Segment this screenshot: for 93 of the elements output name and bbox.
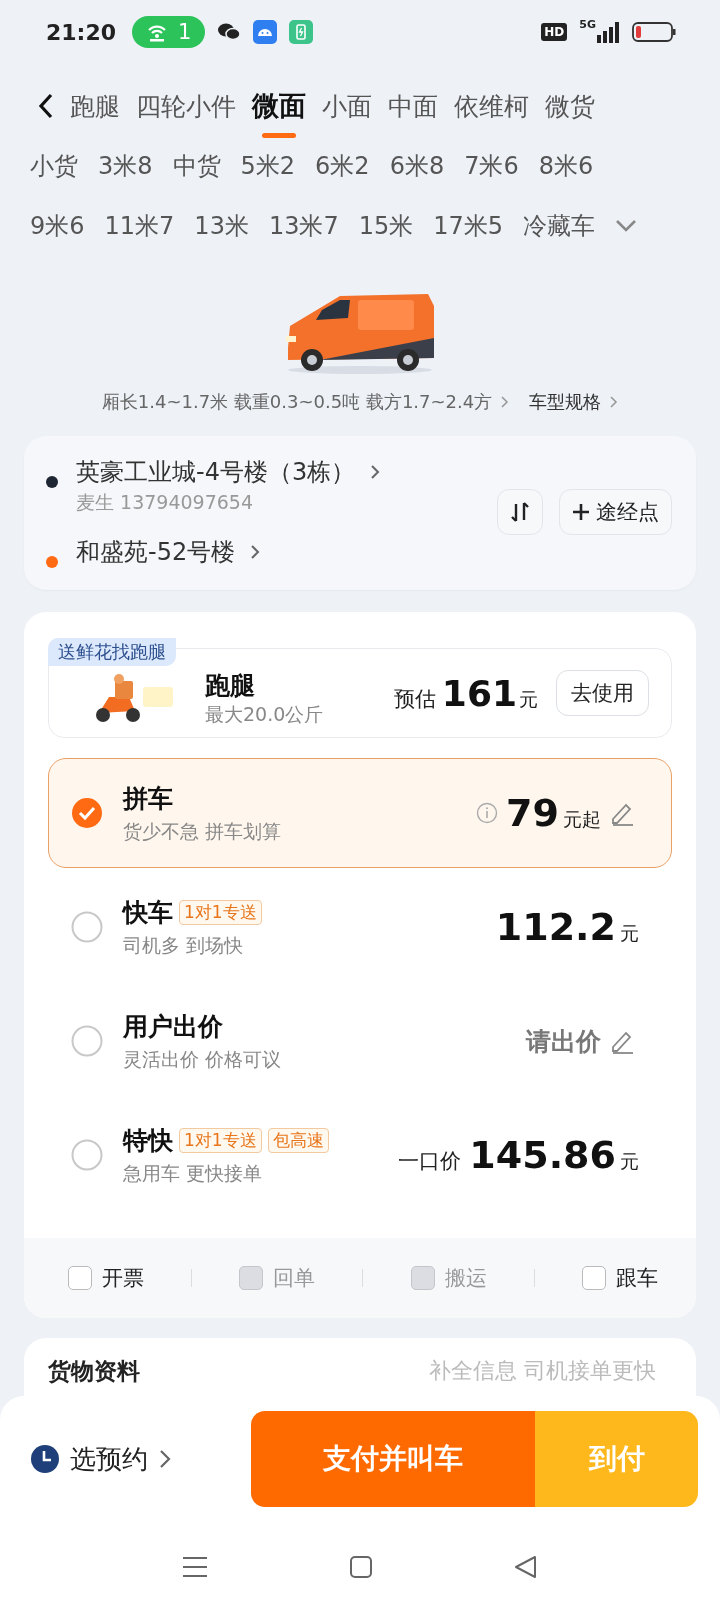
signal-icon [596, 21, 620, 43]
status-time: 21:20 [46, 19, 117, 45]
chevron-right-icon[interactable] [369, 463, 382, 481]
vehicle-tab[interactable]: 13米 [194, 210, 249, 242]
schedule-link[interactable]: 选预约 [70, 1441, 148, 1477]
network-indicator: 5G [579, 18, 596, 31]
option-tag: 1对1专送 [179, 899, 262, 925]
info-icon[interactable] [476, 802, 499, 824]
price-amount: 161 [441, 672, 517, 714]
vehicle-tab[interactable]: 小面 [322, 89, 372, 123]
price-amount: 112.2 [495, 905, 616, 949]
expand-icon[interactable] [615, 219, 638, 233]
price-amount: 79 [506, 791, 559, 835]
option-subtitle: 货少不急 拼车划算 [123, 818, 283, 844]
chevron-right-icon[interactable] [609, 395, 619, 409]
radio-button[interactable] [71, 1139, 103, 1171]
promo-title: 跑腿 [205, 669, 256, 702]
price-amount: 145.86 [469, 1133, 616, 1177]
use-button[interactable]: 去使用 [556, 670, 649, 716]
vehicle-tab[interactable]: 微货 [545, 89, 595, 123]
option-title: 特快 [123, 1124, 173, 1157]
promo-subtitle: 最大20.0公斤 [205, 701, 325, 727]
hd-indicator: HD [541, 23, 568, 41]
vehicle-tab[interactable]: 中货 [172, 150, 221, 182]
vehicle-specs: 厢长1.4~1.7米 载重0.3~0.5吨 载方1.7~2.4方 [101, 390, 493, 414]
vehicle-tab[interactable]: 5米2 [240, 150, 296, 182]
radio-button[interactable] [71, 911, 103, 943]
price-unit: 元起 [563, 807, 601, 832]
cargo-title: 货物资料 [48, 1357, 140, 1386]
checkbox-label: 搬运 [444, 1265, 487, 1292]
checkbox-label: 跟车 [615, 1265, 658, 1292]
swap-button[interactable] [497, 489, 543, 535]
checkbox[interactable] [68, 1266, 92, 1290]
hotspot-indicator: 1 [132, 16, 206, 48]
vehicle-tab[interactable]: 6米2 [315, 150, 370, 182]
menu-icon[interactable] [181, 1555, 209, 1579]
stop-address[interactable]: 和盛苑-52号楼 [76, 536, 236, 568]
vehicle-tab[interactable]: 冷藏车 [523, 210, 596, 242]
stop-address[interactable]: 英豪工业城-4号楼（3栋） [76, 456, 356, 488]
vehicle-tab[interactable]: 小货 [30, 150, 78, 182]
vehicle-spec-link[interactable]: 车型规格 [529, 390, 602, 414]
option-title: 快车 [123, 896, 173, 929]
service-option[interactable]: 快车 1对1专送 司机多 到场快 112.2 元 [48, 872, 672, 982]
price-prefix: 一口价 [398, 1148, 462, 1175]
back-icon[interactable] [38, 93, 54, 119]
option-subtitle: 司机多 到场快 [123, 932, 245, 958]
vehicle-tab[interactable]: 8米6 [538, 150, 594, 182]
vehicle-tab[interactable]: 3米8 [98, 150, 153, 182]
price-prefix: 预估 [393, 685, 436, 713]
option-title: 拼车 [123, 782, 173, 815]
option-subtitle: 急用车 更快接单 [123, 1160, 264, 1186]
vehicle-tab[interactable]: 四轮小件 [136, 89, 236, 123]
plus-icon [572, 503, 590, 521]
bid-prompt[interactable]: 请出价 [526, 1024, 601, 1058]
vehicle-tab[interactable]: 微面 [252, 74, 306, 138]
stop-contact: 麦生 13794097654 [76, 490, 254, 515]
service-option[interactable]: 特快 1对1专送 包高速 急用车 更快接单 一口价 145.86 元 [48, 1100, 672, 1210]
chevron-right-icon[interactable] [249, 543, 262, 561]
checkbox[interactable] [581, 1266, 606, 1290]
vehicle-tab[interactable]: 跑腿 [70, 89, 120, 123]
vehicle-tab[interactable]: 13米7 [268, 210, 339, 242]
swap-icon [510, 501, 530, 523]
vehicle-tab[interactable]: 11米7 [104, 210, 175, 242]
vehicle-tab[interactable]: 中面 [388, 89, 438, 123]
option-tag: 1对1专送 [179, 1127, 262, 1153]
option-title: 用户出价 [123, 1010, 223, 1043]
price-unit: 元 [519, 686, 538, 712]
option-subtitle: 灵活出价 价格可议 [123, 1046, 283, 1072]
home-icon[interactable] [349, 1555, 373, 1579]
chevron-right-icon[interactable] [158, 1448, 172, 1470]
clock-icon[interactable] [30, 1444, 60, 1474]
battery-app-icon [289, 20, 314, 44]
checkbox-label: 回单 [273, 1265, 316, 1292]
service-option[interactable]: 用户出价 灵活出价 价格可议 请出价 [48, 986, 672, 1096]
radio-button[interactable] [71, 797, 103, 829]
add-waypoint-button[interactable]: 途经点 [559, 489, 672, 535]
service-option[interactable]: 拼车 货少不急 拼车划算 79 元起 [48, 758, 672, 868]
vehicle-tab[interactable]: 17米5 [433, 210, 504, 242]
radio-button[interactable] [71, 1025, 103, 1057]
price-unit: 元 [620, 1149, 639, 1174]
vehicle-tab[interactable]: 15米 [358, 210, 414, 242]
chevron-right-icon[interactable] [500, 395, 510, 409]
battery-icon [632, 21, 676, 43]
promo-tag: 送鲜花找跑腿 [48, 638, 176, 666]
option-tag: 包高速 [267, 1127, 329, 1153]
vehicle-tab[interactable]: 7米6 [464, 150, 519, 182]
vehicle-tab[interactable]: 6米8 [389, 150, 445, 182]
vehicle-tab[interactable]: 依维柯 [454, 89, 529, 123]
android-app-icon [253, 20, 278, 44]
vehicle-tab[interactable]: 9米6 [30, 210, 85, 242]
checkbox-label: 开票 [102, 1265, 144, 1292]
price-unit: 元 [620, 921, 639, 946]
chat-app-icon [217, 22, 242, 42]
